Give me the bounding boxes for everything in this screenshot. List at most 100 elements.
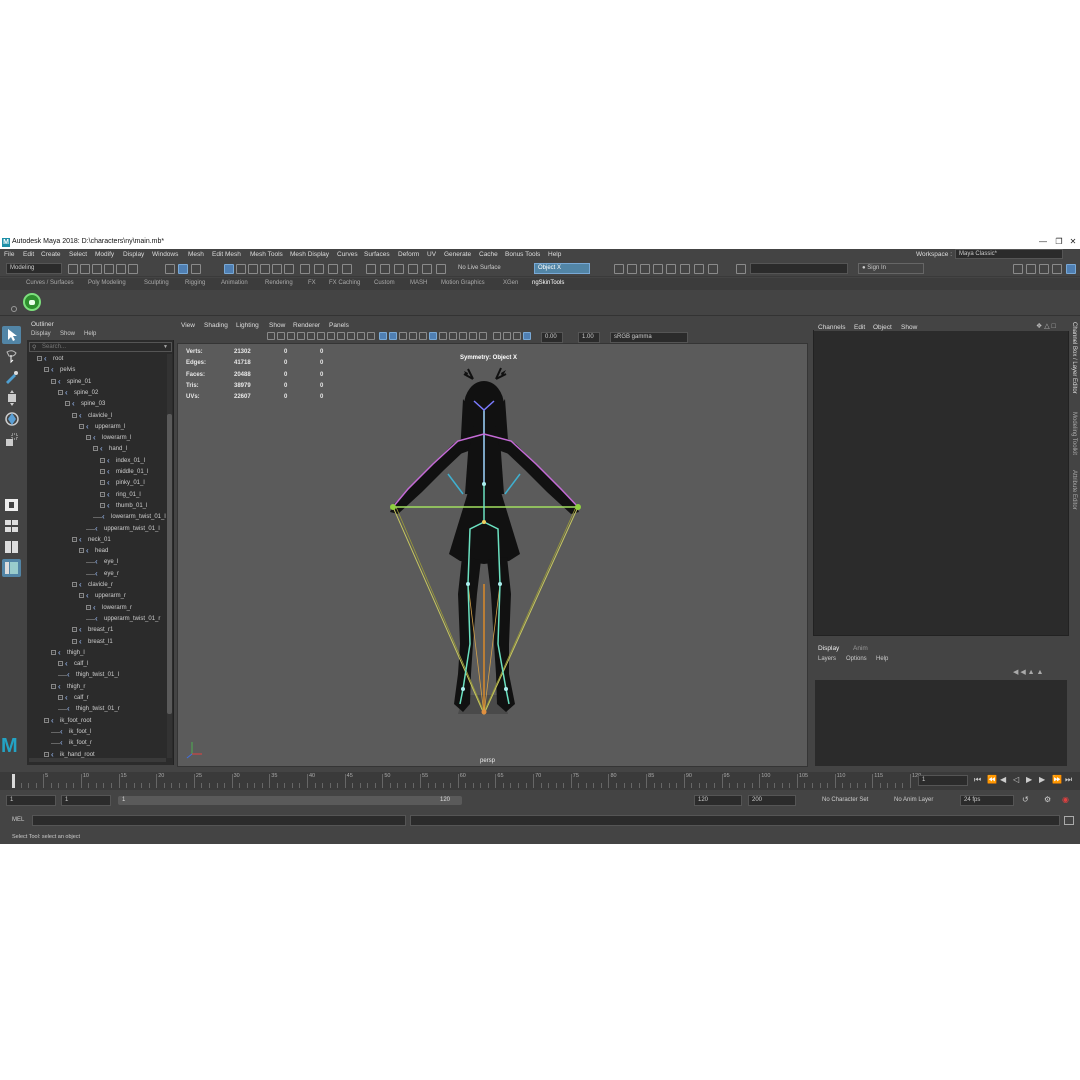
lock-icon[interactable] xyxy=(328,264,338,274)
expand-toggle-icon[interactable]: − xyxy=(72,582,77,587)
viewport-menu-panels[interactable]: Panels xyxy=(329,322,349,329)
channel-box-menu-object[interactable]: Object xyxy=(873,324,892,331)
redo-2-icon[interactable] xyxy=(128,264,138,274)
outliner-item[interactable]: − ‹ spine_01 xyxy=(51,377,91,388)
outliner-item[interactable]: ‹ eye_r xyxy=(86,569,119,580)
image-plane-icon[interactable] xyxy=(297,332,305,340)
expand-toggle-icon[interactable]: − xyxy=(58,695,63,700)
render-icon[interactable] xyxy=(342,264,352,274)
expand-toggle-icon[interactable]: − xyxy=(44,717,49,723)
minimize-button[interactable]: — xyxy=(1036,237,1050,247)
outliner-item[interactable]: − ‹ hand_l xyxy=(93,444,127,455)
outliner-item[interactable]: − ‹ pinky_01_l xyxy=(100,478,145,489)
xray-icon[interactable] xyxy=(503,332,511,340)
snap-grid-icon[interactable] xyxy=(224,264,234,274)
resolution-gate-icon[interactable] xyxy=(327,332,335,340)
paint-select-tool-icon[interactable] xyxy=(2,368,21,386)
outliner-item[interactable]: ‹ thigh_twist_01_l xyxy=(58,670,119,681)
layer-create-icons[interactable]: ◀ ◀ ▲ ▲ xyxy=(1013,668,1043,676)
shelf-tab-sculpting[interactable]: Sculpting xyxy=(144,280,169,286)
expand-toggle-icon[interactable]: − xyxy=(100,502,105,508)
menu-edit[interactable]: Edit xyxy=(23,251,34,258)
menu-uv[interactable]: UV xyxy=(427,251,436,258)
side-tab-modeling-toolkit[interactable]: Modeling Toolkit xyxy=(1071,412,1077,455)
input-ops-icon[interactable] xyxy=(614,264,624,274)
single-perspective-layout-icon[interactable] xyxy=(2,496,21,514)
menu-help[interactable]: Help xyxy=(548,251,561,258)
ops-list-icon[interactable] xyxy=(640,264,650,274)
menu-mesh-display[interactable]: Mesh Display xyxy=(290,251,329,258)
playback-end-field[interactable]: 120 xyxy=(694,795,742,806)
pause-icon[interactable] xyxy=(694,264,704,274)
shelf-tab-animation[interactable]: Animation xyxy=(221,280,248,286)
step-forward-key-icon[interactable]: ⏩ xyxy=(1052,775,1062,784)
sign-in-button[interactable]: ● Sign In xyxy=(858,263,924,274)
hypershade-icon[interactable] xyxy=(408,264,418,274)
outliner-item[interactable]: − ‹ upperarm_r xyxy=(79,591,126,602)
perspective-viewport[interactable]: Verts: 21302 0 0 Edges: 41718 0 0 Faces: 20488 0 0 T… xyxy=(177,343,808,767)
outliner-item[interactable]: − ‹ index_01_l xyxy=(100,456,145,467)
snap-view-icon[interactable] xyxy=(272,264,282,274)
viewport-menu-view[interactable]: View xyxy=(181,322,195,329)
shelf-tab-poly-modeling[interactable]: Poly Modeling xyxy=(88,280,126,286)
menu-surfaces[interactable]: Surfaces xyxy=(364,251,390,258)
camera-attributes-icon[interactable] xyxy=(277,332,285,340)
shadows-icon[interactable] xyxy=(439,332,447,340)
expand-toggle-icon[interactable]: − xyxy=(100,491,105,497)
outliner-item[interactable]: − ‹ clavicle_l xyxy=(72,411,112,422)
menu-deform[interactable]: Deform xyxy=(398,251,419,258)
outliner-item[interactable]: ‹ thigh_twist_01_r xyxy=(58,704,120,715)
menu-select[interactable]: Select xyxy=(69,251,87,258)
outliner-menu-show[interactable]: Show xyxy=(60,331,75,337)
outliner-layout-icon[interactable] xyxy=(2,559,21,577)
redo-icon[interactable] xyxy=(116,264,126,274)
shelf-tab-rigging[interactable]: Rigging xyxy=(185,280,205,286)
expand-toggle-icon[interactable]: − xyxy=(44,751,49,757)
select-camera-icon[interactable] xyxy=(267,332,275,340)
outliner-menu-display[interactable]: Display xyxy=(31,331,51,337)
playback-start-field[interactable]: 1 xyxy=(61,795,111,806)
viewport-menu-lighting[interactable]: Lighting xyxy=(236,322,259,329)
go-to-start-icon[interactable]: ⏮ xyxy=(974,775,981,785)
expand-toggle-icon[interactable]: − xyxy=(44,367,49,373)
textured-icon[interactable] xyxy=(419,332,427,340)
outliner-item[interactable]: − ‹ middle_01_l xyxy=(100,467,148,478)
outliner-item[interactable]: − ‹ breast_l1 xyxy=(72,637,113,648)
shelf-tab-custom[interactable]: Custom xyxy=(374,280,395,286)
menu-mesh[interactable]: Mesh xyxy=(188,251,204,258)
character-rig-view[interactable] xyxy=(178,344,808,767)
open-scene-icon[interactable] xyxy=(80,264,90,274)
film-gate-icon[interactable] xyxy=(317,332,325,340)
outliner-toggle-icon[interactable] xyxy=(1066,264,1076,274)
select-component-icon[interactable] xyxy=(191,264,201,274)
menu-modify[interactable]: Modify xyxy=(95,251,114,258)
shelf-options-icon[interactable] xyxy=(11,306,17,312)
channel-box-menu-show[interactable]: Show xyxy=(901,324,917,331)
layer-menu-options[interactable]: Options xyxy=(846,656,867,662)
save-scene-icon[interactable] xyxy=(92,264,102,274)
outliner-search-input[interactable]: Search... xyxy=(29,342,172,352)
playblast-icon[interactable] xyxy=(666,264,676,274)
snap-curve-icon[interactable] xyxy=(236,264,246,274)
scale-tool-icon[interactable] xyxy=(2,431,21,449)
graph-icon[interactable] xyxy=(680,264,690,274)
snap-live-icon[interactable] xyxy=(284,264,294,274)
motion-blur-icon[interactable] xyxy=(459,332,467,340)
render-settings-icon[interactable] xyxy=(394,264,404,274)
expand-toggle-icon[interactable]: − xyxy=(65,401,70,407)
character-set-dropdown[interactable]: No Character Set xyxy=(818,795,878,806)
menu-display[interactable]: Display xyxy=(123,251,144,258)
move-tool-icon[interactable] xyxy=(2,389,21,407)
render-frame-icon[interactable] xyxy=(366,264,376,274)
gate-mask-icon[interactable] xyxy=(337,332,345,340)
output-ops-icon[interactable] xyxy=(627,264,637,274)
expand-toggle-icon[interactable]: − xyxy=(79,593,84,599)
shelf-tab-ngskintools[interactable]: ngSkinTools xyxy=(532,280,564,286)
ngskintools-shelf-icon[interactable] xyxy=(23,293,41,311)
outliner-item[interactable]: − ‹ thigh_r xyxy=(51,682,85,693)
shelf-tab-fx-caching[interactable]: FX Caching xyxy=(329,280,360,286)
search-options-icon[interactable]: ▼ xyxy=(163,344,168,350)
go-to-end-icon[interactable]: ⏭ xyxy=(1065,775,1072,785)
loop-icon[interactable]: ↺ xyxy=(1022,795,1029,804)
fps-dropdown[interactable]: 24 fps xyxy=(960,795,1014,806)
